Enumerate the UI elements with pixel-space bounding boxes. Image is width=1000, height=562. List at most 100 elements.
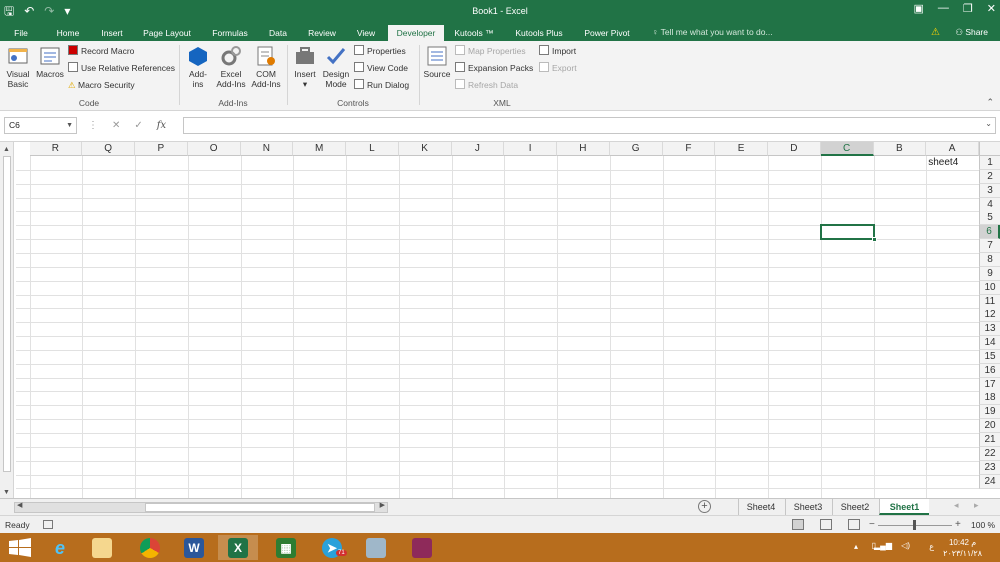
tab-insert[interactable]: Insert [94,25,130,41]
excel-add-ins-button[interactable]: Excel Add-Ins [214,45,248,89]
vertical-scrollbar[interactable]: ▲ ▼ [0,142,14,498]
tab-formulas[interactable]: Formulas [206,25,254,41]
column-header-f[interactable]: F [662,142,716,156]
column-header-o[interactable]: O [187,142,241,156]
import-button[interactable]: Import [539,45,576,57]
properties-button[interactable]: Properties [354,45,406,57]
telegram-button[interactable]: ➤ 71 [312,535,352,560]
page-layout-view-icon[interactable] [820,519,832,530]
tab-file[interactable]: File [6,25,36,41]
sheet-tab-sheet4[interactable]: Sheet4 [738,499,783,515]
row-header-1[interactable]: 1 [979,156,1000,170]
row-header-7[interactable]: 7 [979,239,1000,254]
winrar-button[interactable] [402,535,442,560]
insert-control-button[interactable]: Insert ▾ [291,45,319,89]
column-header-g[interactable]: G [609,142,663,156]
formula-input[interactable]: ⌄ [183,117,996,134]
export-button[interactable]: Export [539,62,577,74]
tab-kutools[interactable]: Kutools ™ [452,25,496,41]
name-box[interactable]: C6 ▼ [4,117,77,134]
expand-formula-bar-icon[interactable]: ⌄ [985,119,992,128]
zoom-in-icon[interactable]: + [955,519,961,530]
column-header-k[interactable]: K [398,142,452,156]
column-header-d[interactable]: D [768,142,821,156]
tab-developer[interactable]: Developer [388,25,444,41]
worksheet-grid[interactable]: ▲ ▼ R Q P O N M L K J I H G F E D C B A 1 2 3 4 5 6 7 8 9 10 11 12 13 1… [0,142,1000,498]
column-header-c[interactable]: C [820,142,874,156]
column-header-n[interactable]: N [240,142,294,156]
select-all-button[interactable] [979,142,1000,156]
source-button[interactable]: Source [422,45,452,79]
row-header-5[interactable]: 5 [979,211,1000,226]
zoom-out-icon[interactable]: − [869,519,875,530]
scroll-right-icon[interactable]: ▶ [380,501,385,509]
view-code-button[interactable]: View Code [354,62,408,74]
add-ins-button[interactable]: Add-ins [184,45,212,89]
row-header-24[interactable]: 24 [979,474,1000,489]
refresh-data-button[interactable]: Refresh Data [455,79,518,91]
row-header-4[interactable]: 4 [979,197,1000,212]
restore-button[interactable]: ❐ [963,2,973,15]
page-break-view-icon[interactable] [848,519,860,530]
row-header-19[interactable]: 19 [979,405,1000,420]
row-header-8[interactable]: 8 [979,252,1000,267]
row-header-3[interactable]: 3 [979,183,1000,198]
start-button[interactable] [0,535,40,560]
design-mode-button[interactable]: Design Mode [321,45,351,89]
row-header-21[interactable]: 21 [979,433,1000,447]
ribbon-display-options-button[interactable]: ▣ [914,2,924,15]
cell-a1[interactable]: sheet4 [926,156,979,170]
word-button[interactable]: W [174,535,214,560]
column-header-a[interactable]: A [926,142,979,156]
internet-explorer-button[interactable]: e [40,535,80,560]
language-indicator[interactable]: ع [929,542,934,551]
insert-function-icon[interactable]: fx [157,117,166,134]
run-dialog-button[interactable]: Run Dialog [354,79,409,91]
column-header-m[interactable]: M [293,142,346,156]
enter-icon[interactable]: ✓ [134,117,142,134]
row-header-2[interactable]: 2 [979,169,1000,184]
record-macro-button[interactable]: Record Macro [68,45,134,57]
row-header-22[interactable]: 22 [979,446,1000,461]
macros-button[interactable]: Macros [35,45,65,79]
column-header-h[interactable]: H [557,142,610,156]
chevron-down-icon[interactable]: ▼ [66,118,73,133]
normal-view-icon[interactable] [792,519,804,530]
zoom-level[interactable]: 100 % [971,520,995,530]
row-header-18[interactable]: 18 [979,391,1000,406]
excel-button[interactable]: X [218,535,258,560]
calculator-button[interactable]: ▦ [266,535,306,560]
column-header-q[interactable]: Q [82,142,135,156]
com-add-ins-button[interactable]: COM Add-Ins [250,45,282,89]
tab-data[interactable]: Data [262,25,294,41]
tab-home[interactable]: Home [50,25,86,41]
collapse-ribbon-icon[interactable]: ⌃ [986,97,994,108]
row-header-6[interactable]: 6 [979,225,1000,240]
horizontal-scrollbar[interactable]: ◀ ▶ [14,502,388,513]
column-header-p[interactable]: P [135,142,188,156]
tab-review[interactable]: Review [302,25,342,41]
sheet-tab-sheet3[interactable]: Sheet3 [785,499,830,515]
volume-icon[interactable]: ◁) [901,541,910,550]
row-header-11[interactable]: 11 [979,294,1000,309]
macro-security-button[interactable]: ⚠ Macro Security [68,79,135,91]
sheet-tab-sheet1[interactable]: Sheet1 [879,499,929,515]
chrome-button[interactable] [130,535,170,560]
row-header-16[interactable]: 16 [979,363,1000,378]
close-button[interactable]: ✕ [987,2,996,15]
file-explorer-button[interactable] [82,535,122,560]
column-header-l[interactable]: L [346,142,399,156]
fill-handle[interactable] [871,237,877,243]
map-properties-button[interactable]: Map Properties [455,45,526,57]
scroll-up-icon[interactable]: ▲ [3,146,10,153]
next-sheet-icon[interactable]: ▸ [974,500,979,511]
scroll-down-icon[interactable]: ▼ [3,489,10,496]
column-header-i[interactable]: I [504,142,557,156]
row-header-20[interactable]: 20 [979,419,1000,434]
zoom-slider-knob[interactable] [913,520,916,530]
warning-icon[interactable]: ⚠ [931,26,940,39]
row-header-17[interactable]: 17 [979,377,1000,392]
previous-sheet-icon[interactable]: ◂ [954,500,959,511]
use-relative-references-button[interactable]: Use Relative References [68,62,175,74]
share-button[interactable]: ⚇ Share [955,26,988,39]
